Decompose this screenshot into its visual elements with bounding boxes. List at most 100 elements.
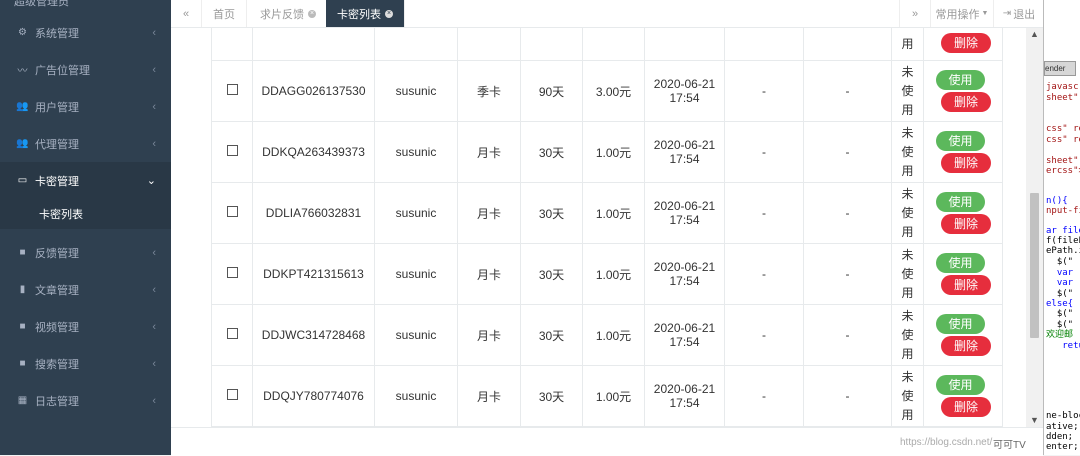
status-char: 用 <box>901 346 914 361</box>
sign-out-icon: ⇥ <box>1002 8 1012 19</box>
status-char: 使 <box>901 144 914 159</box>
credit-card-icon: ▭ <box>17 175 28 186</box>
caret-down-icon: ▼ <box>981 10 989 17</box>
logout-button[interactable]: ⇥ 退出 <box>993 0 1044 27</box>
sidebar-item[interactable]: 〰广告位管理 ‹ <box>0 51 171 88</box>
code-line: nput-fi <box>1046 206 1080 216</box>
sidebar-item[interactable]: ■ 视频管理 ‹ <box>0 308 171 345</box>
code-line: $(" <box>1046 257 1074 267</box>
card-days: 30天 <box>538 389 565 404</box>
row-checkbox[interactable] <box>226 145 238 156</box>
code-line: ne-bloc <box>1046 411 1080 421</box>
status-char: 用 <box>901 102 914 117</box>
code-line: sheet" h <box>1046 156 1079 166</box>
card-price: 3.00元 <box>595 84 632 99</box>
use-button[interactable]: 使用 <box>936 253 985 273</box>
chevron-left-icon: ‹ <box>152 26 156 39</box>
code-line: $(" <box>1046 289 1074 299</box>
sidebar-item[interactable]: 👥 代理管理 ‹ <box>0 125 171 162</box>
use-button[interactable]: 使用 <box>936 375 985 395</box>
close-tab-icon[interactable]: × <box>385 9 393 18</box>
card-user: susunic <box>395 389 437 403</box>
tab-bar: « 首页 求片反馈 × 卡密列表 × » 常用操作 ▼ ⇥ 退出 <box>171 0 1043 28</box>
use-button[interactable]: 使用 <box>936 192 985 212</box>
double-right-arrow-icon: » <box>911 7 919 20</box>
common-ops-label: 常用操作 <box>935 8 980 21</box>
table-row: DDQJY780774076 susunic 月卡 30天 1.00元 2020-06-2… <box>211 365 1003 427</box>
row-checkbox[interactable] <box>226 389 238 400</box>
use-button[interactable]: 使用 <box>936 131 985 151</box>
card-col-a: - <box>762 328 766 342</box>
scroll-up-icon[interactable]: ▲ <box>1026 28 1043 40</box>
use-button[interactable]: 使用 <box>936 70 985 90</box>
common-ops-dropdown[interactable]: 常用操作 ▼ <box>930 0 993 27</box>
card-days: 30天 <box>538 328 565 343</box>
sidebar-item-label: 文章管理 <box>35 284 79 297</box>
chevron-down-icon: ⌄ <box>146 175 156 187</box>
chevron-left-icon: ‹ <box>152 357 156 370</box>
sidebar-item[interactable]: ▦ 日志管理 ‹ <box>0 382 171 419</box>
logout-label: 退出 <box>1013 8 1036 21</box>
delete-button[interactable]: 删除 <box>941 33 991 53</box>
delete-button[interactable]: 删除 <box>941 336 991 356</box>
chevron-left-icon: ‹ <box>152 283 156 296</box>
close-tab-icon[interactable]: × <box>308 9 316 18</box>
row-checkbox[interactable] <box>226 267 238 278</box>
tab-label: 首页 <box>213 8 235 21</box>
row-checkbox[interactable] <box>226 206 238 217</box>
status-char: 未 <box>901 186 914 201</box>
video-icon: ■ <box>19 358 26 369</box>
delete-button[interactable]: 删除 <box>941 397 991 417</box>
delete-button[interactable]: 删除 <box>941 153 991 173</box>
sidebar-item[interactable]: ⚙ 系统管理 ‹ <box>0 14 171 51</box>
sidebar: 超级管理员 ⚙ 系统管理 ‹ 〰广告位管理 ‹ 👥 用户管理 ‹ 👥 代理管理 ‹ ▭ 卡密管理 ⌄ ■ 反馈… <box>0 0 171 455</box>
sidebar-item[interactable]: ▭ 卡密管理 ⌄ <box>0 162 171 199</box>
chevron-left-icon: ‹ <box>152 320 156 333</box>
card-type: 月卡 <box>476 206 501 221</box>
tab-card-list[interactable]: 卡密列表 × <box>326 0 405 27</box>
chevron-left-icon: ‹ <box>152 246 156 259</box>
tabs-scroll-left-button[interactable]: « <box>171 0 202 27</box>
use-button[interactable]: 使用 <box>936 314 985 334</box>
status-char: 使 <box>901 327 914 342</box>
card-date: 2020-06-21 <box>653 382 716 396</box>
sidebar-item[interactable]: 👥 用户管理 ‹ <box>0 88 171 125</box>
card-price: 1.00元 <box>595 145 632 160</box>
delete-button[interactable]: 删除 <box>941 214 991 234</box>
card-col-b: - <box>845 328 850 342</box>
scrollbar-thumb[interactable] <box>1030 193 1039 338</box>
status-char: 未 <box>901 369 914 384</box>
chevron-left-icon: ‹ <box>152 63 156 76</box>
card-time: 17:54 <box>669 396 700 410</box>
card-table: 用删除 DDAGG026137530 susunic 季卡 90天 3.00元 2020-0… <box>211 28 1003 427</box>
code-line: dden; <box>1046 432 1074 442</box>
tab-label: 卡密列表 <box>337 8 381 21</box>
table-row: DDKPT421315613 susunic 月卡 30天 1.00元 2020-06-2… <box>211 243 1003 305</box>
tabs-scroll-right-button[interactable]: » <box>899 0 930 27</box>
code-line: enter; <box>1046 442 1079 452</box>
row-checkbox[interactable] <box>226 328 238 339</box>
scroll-down-icon[interactable]: ▼ <box>1026 414 1043 426</box>
editor-tab[interactable]: ender <box>1044 61 1076 76</box>
watermark-url: https://blog.csdn.net/ <box>900 437 993 448</box>
card-days: 90天 <box>538 84 565 99</box>
card-list-panel: 用删除 DDAGG026137530 susunic 季卡 90天 3.00元 2020-0… <box>171 28 1026 427</box>
double-left-arrow-icon: « <box>182 7 190 20</box>
tab-feedback[interactable]: 求片反馈 × <box>249 0 328 27</box>
delete-button[interactable]: 删除 <box>941 92 991 112</box>
sidebar-item[interactable]: ■ 搜索管理 ‹ <box>0 345 171 382</box>
delete-button[interactable]: 删除 <box>941 275 991 295</box>
tab-home[interactable]: 首页 <box>202 0 247 27</box>
card-price: 1.00元 <box>595 206 632 221</box>
vertical-scrollbar[interactable]: ▲ ▼ <box>1026 28 1043 427</box>
code-line: css" re <box>1046 124 1080 134</box>
sidebar-subitem-card-list[interactable]: 卡密列表 <box>0 199 171 229</box>
code-line: $(" <box>1046 309 1074 319</box>
row-checkbox[interactable] <box>226 84 238 95</box>
table-row: DDAGG026137530 susunic 季卡 90天 3.00元 2020-06-2… <box>211 60 1003 122</box>
sidebar-item[interactable]: ■ 反馈管理 ‹ <box>0 234 171 271</box>
card-code: DDKQA263439373 <box>262 145 365 159</box>
chevron-left-icon: ‹ <box>152 394 156 407</box>
sidebar-item[interactable]: ▮ 文章管理 ‹ <box>0 271 171 308</box>
status-char: 用 <box>901 163 914 178</box>
